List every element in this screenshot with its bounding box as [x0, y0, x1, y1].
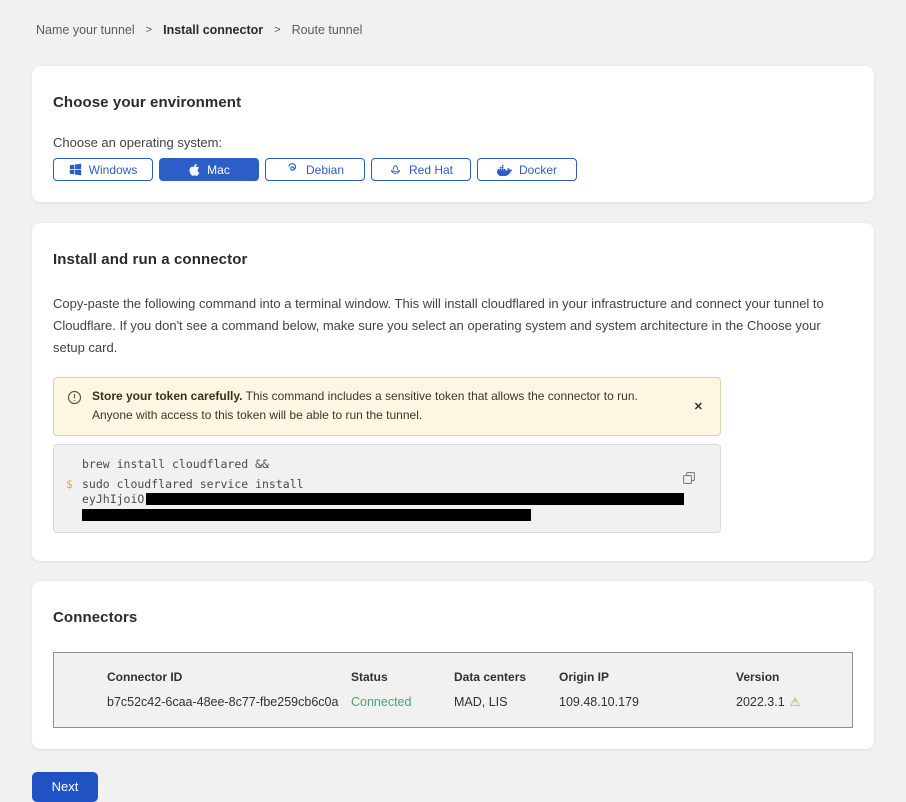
- data-centers-value: MAD, LIS: [454, 695, 559, 709]
- os-button-redhat[interactable]: Red Hat: [371, 158, 471, 181]
- token-prefix: eyJhIjoiO: [82, 492, 144, 506]
- breadcrumb-install-connector[interactable]: Install connector: [163, 23, 263, 37]
- os-button-label: Debian: [306, 163, 344, 177]
- breadcrumb-separator: >: [274, 24, 280, 36]
- environment-card-title: Choose your environment: [53, 94, 853, 111]
- column-header-connector-id: Connector ID: [107, 670, 351, 684]
- status-badge: Connected: [351, 695, 454, 709]
- breadcrumb: Name your tunnel > Install connector > R…: [0, 0, 906, 37]
- column-header-origin-ip: Origin IP: [559, 670, 736, 684]
- os-button-debian[interactable]: Debian: [265, 158, 365, 181]
- code-line: sudo cloudflared service install: [82, 477, 680, 492]
- redacted-token-bar: [82, 509, 531, 521]
- connectors-card: Connectors Connector ID Status Data cent…: [32, 581, 874, 749]
- windows-icon: [69, 163, 82, 176]
- alert-circle-icon: [67, 390, 82, 405]
- code-line: brew install cloudflared &&: [82, 457, 680, 472]
- shell-prompt: $: [66, 477, 73, 492]
- install-description: Copy-paste the following command into a …: [53, 293, 845, 359]
- redacted-token-bar: [146, 493, 684, 505]
- close-icon[interactable]: ✕: [690, 398, 707, 415]
- os-button-group: Windows Mac Debian Red Hat Docker: [53, 158, 853, 181]
- os-button-windows[interactable]: Windows: [53, 158, 153, 181]
- os-button-label: Windows: [89, 163, 138, 177]
- os-button-label: Mac: [207, 163, 230, 177]
- column-header-data-centers: Data centers: [454, 670, 559, 684]
- debian-icon: [286, 163, 299, 176]
- warning-triangle-icon: ⚠: [790, 696, 801, 708]
- connectors-card-title: Connectors: [53, 609, 853, 626]
- docker-icon: [497, 164, 512, 176]
- install-card-title: Install and run a connector: [53, 251, 845, 268]
- breadcrumb-route-tunnel[interactable]: Route tunnel: [292, 23, 363, 37]
- install-command-code-block: $ brew install cloudflared && sudo cloud…: [53, 444, 721, 533]
- warning-text: Store your token carefully. This command…: [92, 387, 662, 425]
- column-header-status: Status: [351, 670, 454, 684]
- origin-ip-value: 109.48.10.179: [559, 695, 736, 709]
- connectors-table: Connector ID Status Data centers Origin …: [53, 652, 853, 728]
- code-token-line: eyJhIjoiO: [82, 492, 680, 507]
- os-button-docker[interactable]: Docker: [477, 158, 577, 181]
- breadcrumb-name-your-tunnel[interactable]: Name your tunnel: [36, 23, 135, 37]
- os-button-label: Red Hat: [409, 163, 453, 177]
- os-button-mac[interactable]: Mac: [159, 158, 259, 181]
- os-button-label: Docker: [519, 163, 557, 177]
- column-header-version: Version: [736, 670, 852, 684]
- breadcrumb-separator: >: [146, 24, 152, 36]
- environment-card: Choose your environment Choose an operat…: [32, 66, 874, 202]
- apple-icon: [188, 163, 200, 177]
- connector-id-value: b7c52c42-6caa-48ee-8c77-fbe259cb6c0a: [107, 695, 351, 709]
- install-connector-card: Install and run a connector Copy-paste t…: [32, 223, 874, 561]
- redhat-icon: [389, 163, 402, 176]
- os-select-label: Choose an operating system:: [53, 135, 853, 150]
- connectors-table-header: Connector ID Status Data centers Origin …: [107, 670, 852, 684]
- warning-title: Store your token carefully.: [92, 389, 243, 403]
- version-value: 2022.3.1: [736, 695, 785, 709]
- table-row: b7c52c42-6caa-48ee-8c77-fbe259cb6c0a Con…: [107, 695, 852, 709]
- next-button[interactable]: Next: [32, 772, 98, 802]
- version-cell: 2022.3.1 ⚠: [736, 695, 852, 709]
- token-warning-banner: Store your token carefully. This command…: [53, 377, 721, 435]
- copy-icon[interactable]: [682, 471, 696, 485]
